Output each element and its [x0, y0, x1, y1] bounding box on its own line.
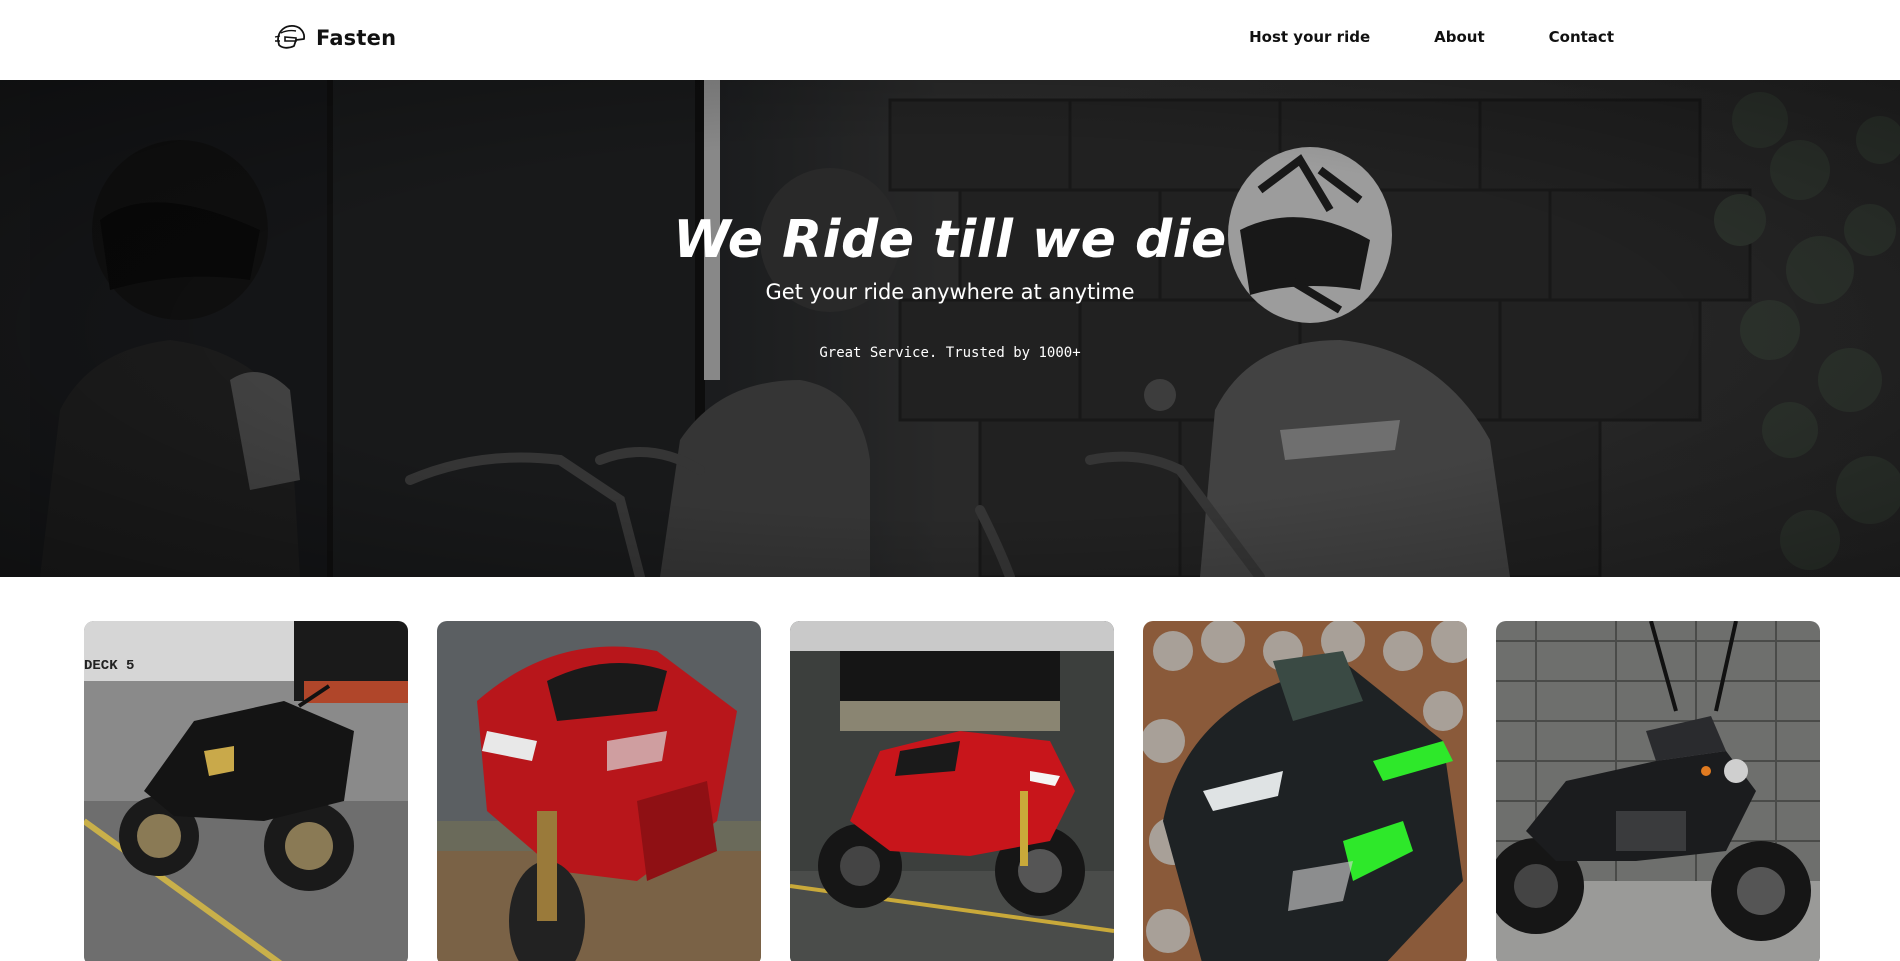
bike-card[interactable]: [437, 621, 761, 961]
hero-banner: We Ride till we die Get your ride anywhe…: [0, 80, 1900, 577]
hero-text-block: We Ride till we die Get your ride anywhe…: [0, 80, 1900, 577]
brand-logo-link[interactable]: Fasten: [272, 20, 396, 56]
red-ducati-bike-image: [790, 621, 1114, 961]
svg-text:DECK 5: DECK 5: [84, 658, 134, 674]
nav-contact[interactable]: Contact: [1549, 28, 1614, 46]
bike-card[interactable]: [790, 621, 1114, 961]
bike-card[interactable]: [1143, 621, 1467, 961]
hero-title: We Ride till we die: [673, 210, 1227, 270]
nav-about[interactable]: About: [1434, 28, 1485, 46]
black-sport-bike-image: DECK 5: [84, 621, 408, 961]
hero-tagline: Great Service. Trusted by 1000+: [819, 345, 1081, 361]
nav-host-your-ride[interactable]: Host your ride: [1249, 28, 1370, 46]
bike-gallery: DECK 5: [84, 621, 1820, 961]
main-nav: Host your ride About Contact: [1249, 28, 1614, 46]
hero-subtitle: Get your ride anywhere at anytime: [765, 280, 1135, 304]
bike-card[interactable]: [1496, 621, 1820, 961]
bike-card[interactable]: DECK 5: [84, 621, 408, 961]
green-black-kawasaki-image: [1143, 621, 1467, 961]
brand-name: Fasten: [316, 26, 397, 50]
red-sport-bike-image: [437, 621, 761, 961]
site-header: Fasten Host your ride About Contact: [0, 0, 1900, 80]
helmet-icon: [274, 25, 306, 49]
black-cruiser-bike-image: [1496, 621, 1820, 961]
